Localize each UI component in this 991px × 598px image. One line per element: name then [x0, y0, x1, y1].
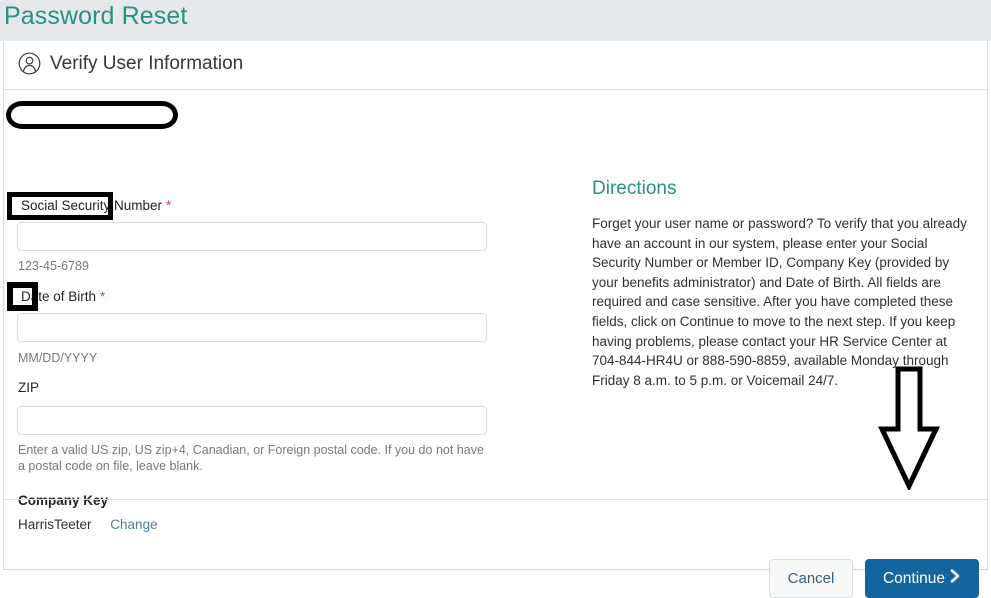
directions-panel: Directions Forget your user name or pass… [592, 178, 977, 390]
directions-title: Directions [592, 178, 677, 199]
dob-required-asterisk: * [99, 289, 106, 304]
continue-button-label: Continue [882, 569, 946, 587]
directions-body: Forget your user name or password? To ve… [592, 216, 967, 388]
dob-helper-text: MM/DD/YYYY [18, 351, 98, 365]
form-area: Social Security Number * 123-45-6789 Dat… [4, 90, 987, 532]
card-header-inner: Verify User Information [18, 52, 243, 75]
chevron-right-icon [950, 569, 961, 588]
zip-input[interactable] [17, 406, 487, 435]
card-footer: Cancel Continue [4, 500, 987, 598]
card-header: Verify User Information [4, 41, 987, 90]
cancel-button[interactable]: Cancel [769, 559, 853, 598]
dob-label-text: Date of Birth [21, 289, 97, 304]
dob-label: Date of Birth * [21, 289, 105, 304]
page-title: Password Reset [4, 2, 188, 30]
zip-helper-text: Enter a valid US zip, US zip+4, Canadian… [18, 443, 484, 473]
ssn-label-text: Social Security Number [21, 198, 163, 213]
dob-input[interactable] [17, 313, 487, 342]
zip-label: ZIP [18, 380, 40, 395]
verify-user-card: Verify User Information Social Security … [3, 41, 988, 598]
user-avatar-icon [18, 52, 41, 75]
ssn-label: Social Security Number * [21, 198, 171, 213]
window-title-bar: Password Reset [0, 0, 991, 41]
ssn-input[interactable] [17, 222, 487, 251]
continue-button[interactable]: Continue [865, 559, 979, 598]
ssn-helper-text: 123-45-6789 [18, 259, 89, 273]
ssn-required-asterisk: * [165, 198, 172, 213]
card-header-title: Verify User Information [50, 52, 244, 74]
